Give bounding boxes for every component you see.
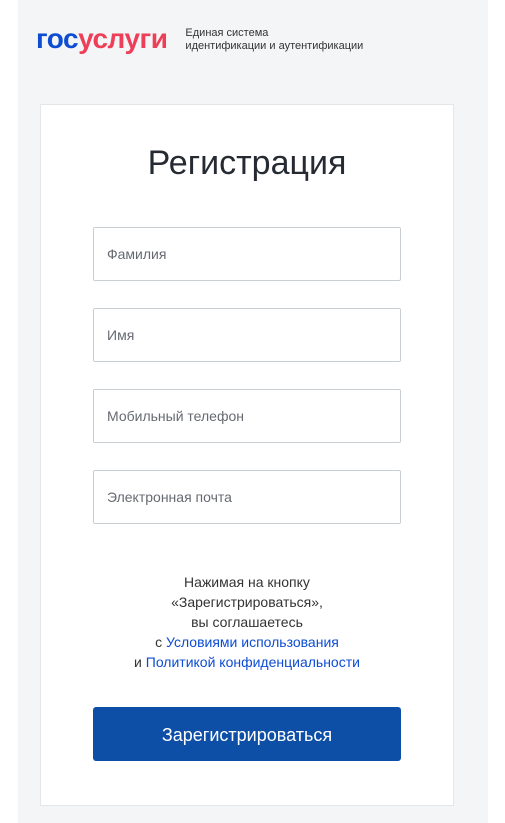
tagline-line-2: идентификации и аутентификации — [185, 40, 364, 52]
register-button[interactable]: Зарегистрироваться — [93, 707, 401, 761]
notice-line-4: с Условиями использования — [41, 632, 453, 652]
notice-line-2: «Зарегистрироваться», — [171, 594, 323, 610]
notice-line-3: вы соглашаетесь — [191, 614, 303, 630]
surname-input[interactable] — [94, 228, 400, 280]
header: госуслуги Единая система идентификации и… — [36, 24, 363, 60]
surname-field[interactable] — [93, 227, 401, 281]
terms-of-use-link[interactable]: Условиями использования — [166, 634, 339, 650]
phone-field[interactable] — [93, 389, 401, 443]
page-title: Регистрация — [147, 144, 347, 182]
registration-card: Регистрация Нажимая на кнопку «Зарегистр… — [40, 104, 454, 806]
tagline-line-1: Единая система — [185, 27, 269, 39]
notice-line-1: Нажимая на кнопку — [184, 574, 310, 590]
notice-line-5: и Политикой конфиденциальности — [41, 652, 453, 672]
email-input[interactable] — [94, 471, 400, 523]
gosuslugi-logo[interactable]: госуслуги — [36, 23, 168, 54]
name-input[interactable] — [94, 309, 400, 361]
agreement-notice: Нажимая на кнопку «Зарегистрироваться», … — [41, 572, 453, 672]
notice-privacy-prefix: и — [134, 654, 146, 670]
logo-part-uslugi: услуги — [78, 23, 168, 54]
email-field[interactable] — [93, 470, 401, 524]
name-field[interactable] — [93, 308, 401, 362]
phone-input[interactable] — [94, 390, 400, 442]
header-tagline: Единая система идентификации и аутентифи… — [185, 27, 363, 53]
privacy-policy-link[interactable]: Политикой конфиденциальности — [146, 654, 360, 670]
logo-part-gos: гос — [36, 23, 79, 54]
notice-terms-prefix: с — [155, 634, 167, 650]
registration-page: госуслуги Единая система идентификации и… — [0, 0, 505, 823]
